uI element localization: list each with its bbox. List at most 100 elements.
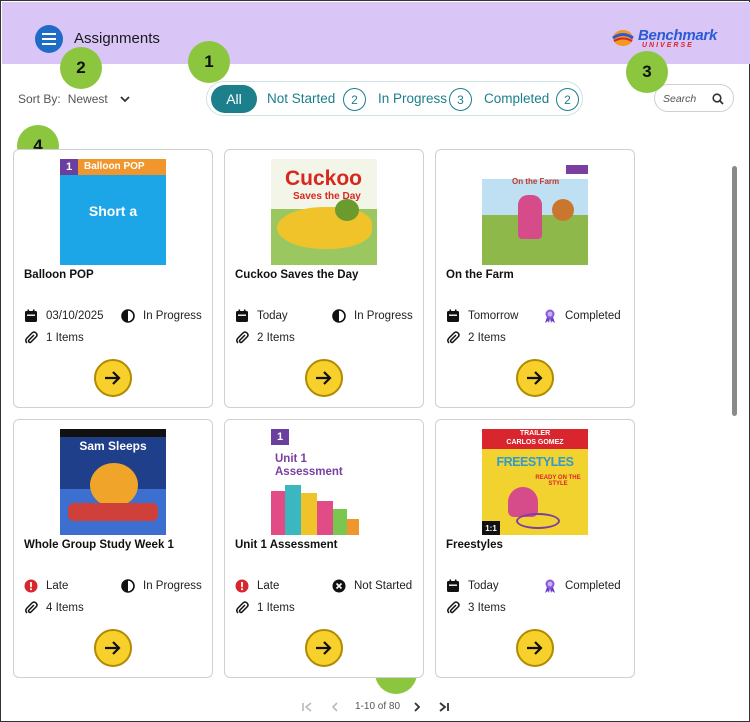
cover-title: Sam Sleeps	[79, 439, 147, 453]
sort-dropdown[interactable]: Sort By: Newest	[18, 92, 130, 106]
cover-banner: Balloon POP	[84, 161, 145, 172]
item-count-text: 1 Items	[46, 332, 84, 344]
vertical-scrollbar[interactable]	[732, 166, 737, 416]
status-text: Completed	[565, 310, 621, 322]
half-circle-icon	[332, 309, 346, 323]
status: Completed	[543, 579, 621, 593]
cover-subtitle: Saves the Day	[293, 191, 361, 202]
item-count: 1 Items	[235, 601, 295, 615]
item-count-text: 4 Items	[46, 602, 84, 614]
logo-subtext: UNIVERSE	[642, 42, 694, 49]
status: In Progress	[121, 579, 202, 593]
page-title: Assignments	[74, 30, 160, 47]
first-page-icon[interactable]	[301, 701, 313, 713]
assignment-card[interactable]: Sam Sleeps Whole Group Study Week 1 Late…	[13, 419, 213, 678]
cover-title: FREESTYLES	[496, 455, 574, 469]
arrow-right-icon	[316, 641, 332, 655]
due-date-text: Late	[257, 580, 280, 592]
book-cover: On the Farm	[482, 159, 588, 265]
next-page-icon[interactable]	[411, 701, 423, 713]
app-window: Assignments Benchmark UNIVERSE Sort By: …	[0, 0, 750, 722]
menu-button[interactable]	[35, 25, 63, 53]
open-assignment-button[interactable]	[516, 359, 554, 397]
due-date-text: Today	[468, 580, 499, 592]
paperclip-icon	[25, 601, 38, 614]
open-assignment-button[interactable]	[305, 629, 343, 667]
sort-label: Sort By:	[18, 92, 61, 106]
book-cover: Sam Sleeps	[60, 429, 166, 535]
item-count-text: 2 Items	[257, 332, 295, 344]
prev-page-icon[interactable]	[329, 701, 341, 713]
calendar-icon	[447, 309, 459, 322]
assignment-card[interactable]: On the Farm On the Farm Tomorrow Complet…	[435, 149, 635, 408]
book-cover: 1 Balloon POP Short a	[60, 159, 166, 265]
open-assignment-button[interactable]	[516, 629, 554, 667]
calendar-icon	[236, 309, 248, 322]
half-circle-icon	[121, 579, 135, 593]
sort-value: Newest	[67, 92, 108, 106]
status: In Progress	[121, 309, 202, 323]
book-cover: 1 Unit 1 Assessment	[271, 429, 377, 535]
due-date: Tomorrow	[446, 309, 518, 323]
cover-level-badge: 1	[271, 429, 289, 445]
open-assignment-button[interactable]	[94, 359, 132, 397]
filter-completed[interactable]: Completed	[484, 91, 549, 106]
filter-in-progress[interactable]: In Progress	[378, 91, 447, 106]
callout-3: 3	[626, 51, 668, 93]
search-icon	[712, 93, 724, 105]
open-assignment-button[interactable]	[305, 359, 343, 397]
arrow-right-icon	[527, 371, 543, 385]
item-count: 2 Items	[446, 331, 506, 345]
cover-top-label: TRAILER	[519, 430, 551, 437]
pagination-range: 1-10 of 80	[355, 701, 401, 712]
paperclip-icon	[25, 331, 38, 344]
book-cover: Cuckoo Saves the Day	[271, 159, 377, 265]
due-date-text: Late	[46, 580, 69, 592]
status: Completed	[543, 309, 621, 323]
cover-level-badge: 1	[60, 159, 78, 175]
filter-all-button[interactable]: All	[211, 85, 257, 113]
filter-not-started[interactable]: Not Started	[267, 91, 335, 106]
due-date: Late	[24, 579, 68, 593]
callout-1: 1	[188, 41, 230, 83]
status: Not Started	[332, 579, 412, 593]
open-assignment-button[interactable]	[94, 629, 132, 667]
card-title: Freestyles	[446, 539, 503, 551]
status-text: In Progress	[143, 310, 202, 322]
callout-2: 2	[60, 47, 102, 89]
card-title: Cuckoo Saves the Day	[235, 269, 359, 281]
last-page-icon[interactable]	[438, 701, 450, 713]
alert-icon	[235, 579, 249, 593]
search-input[interactable]: Search	[654, 84, 734, 112]
assignment-card[interactable]: 1 Balloon POP Short a Balloon POP 03/10/…	[13, 149, 213, 408]
assignment-card[interactable]: Cuckoo Saves the Day Cuckoo Saves the Da…	[224, 149, 424, 408]
assignment-card[interactable]: TRAILER CARLOS GOMEZ FREESTYLES READY ON…	[435, 419, 635, 678]
paperclip-icon	[447, 601, 460, 614]
award-ribbon-icon	[545, 579, 555, 593]
status-text: Completed	[565, 580, 621, 592]
completed-count-badge: 2	[556, 88, 579, 111]
cover-ratio-badge: 1:1	[482, 521, 500, 535]
cover-title: Cuckoo	[285, 167, 363, 190]
card-title: Balloon POP	[24, 269, 94, 281]
status-text: In Progress	[143, 580, 202, 592]
due-date: Today	[446, 579, 499, 593]
not-started-count-badge: 2	[343, 88, 366, 111]
cover-title: On the Farm	[512, 177, 560, 186]
due-date: Late	[235, 579, 279, 593]
search-placeholder: Search	[663, 93, 697, 105]
item-count: 2 Items	[235, 331, 295, 345]
paperclip-icon	[236, 331, 249, 344]
due-date: 03/10/2025	[24, 309, 104, 323]
due-date-text: 03/10/2025	[46, 310, 104, 322]
assignment-card[interactable]: 1 Unit 1 Assessment Unit 1 Assessment La…	[224, 419, 424, 678]
chevron-down-icon	[120, 95, 130, 102]
item-count-text: 3 Items	[468, 602, 506, 614]
benchmark-logo[interactable]: Benchmark UNIVERSE	[612, 27, 722, 51]
item-count: 3 Items	[446, 601, 506, 615]
in-progress-count-badge: 3	[449, 88, 472, 111]
card-title: On the Farm	[446, 269, 514, 281]
calendar-icon	[447, 579, 459, 592]
due-date: Today	[235, 309, 288, 323]
calendar-icon	[25, 309, 37, 322]
